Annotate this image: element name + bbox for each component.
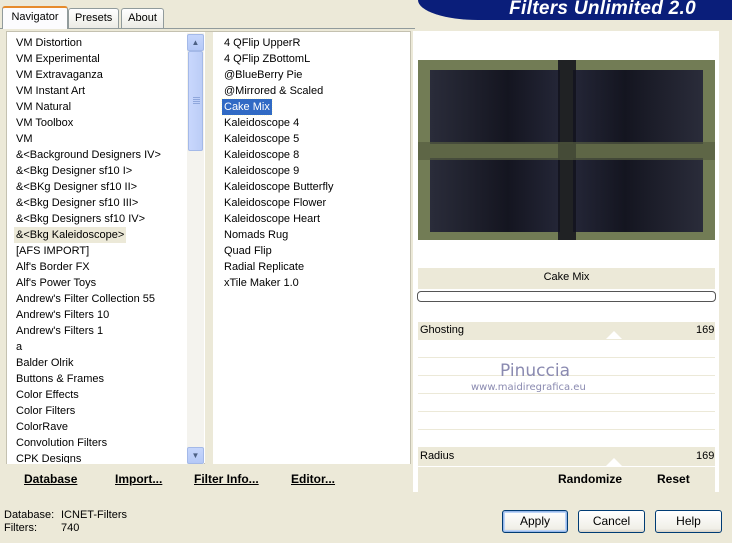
list-item[interactable]: VM <box>14 131 35 147</box>
filter-info-button[interactable]: Filter Info... <box>194 472 259 486</box>
import-button[interactable]: Import... <box>115 472 162 486</box>
list-item[interactable]: &<BKg Designer sf10 II> <box>14 179 139 195</box>
list-divider <box>205 32 213 464</box>
help-button[interactable]: Help <box>655 510 722 533</box>
list-item[interactable]: Alf's Power Toys <box>14 275 98 291</box>
list-item[interactable]: @BlueBerry Pie <box>222 67 304 83</box>
list-item[interactable]: Kaleidoscope 9 <box>222 163 301 179</box>
list-item[interactable]: VM Natural <box>14 99 73 115</box>
category-list[interactable]: VM Distortion VM Experimental VM Extravaga… <box>7 32 187 464</box>
editor-button[interactable]: Editor... <box>291 472 335 486</box>
tab-navigator[interactable]: Navigator <box>2 6 68 29</box>
list-item[interactable]: &<Bkg Designers sf10 IV> <box>14 211 147 227</box>
list-item[interactable]: Kaleidoscope 8 <box>222 147 301 163</box>
list-item[interactable]: Buttons & Frames <box>14 371 106 387</box>
scroll-thumb[interactable] <box>188 51 203 151</box>
list-item[interactable]: Color Effects <box>14 387 81 403</box>
list-item[interactable]: Radial Replicate <box>222 259 306 275</box>
list-item[interactable]: 4 QFlip ZBottomL <box>222 51 312 67</box>
cancel-button[interactable]: Cancel <box>578 510 645 533</box>
list-item[interactable]: &<Background Designers IV> <box>14 147 163 163</box>
filter-list[interactable]: 4 QFlip UpperR 4 QFlip ZBottomL @BlueBerry… <box>213 32 410 464</box>
list-item[interactable]: a <box>14 339 24 355</box>
apply-button[interactable]: Apply <box>502 510 568 533</box>
list-item[interactable]: &<Bkg Designer sf10 I> <box>14 163 134 179</box>
watermark-name: Pinuccia <box>500 361 570 381</box>
list-item[interactable]: Andrew's Filter Collection 55 <box>14 291 157 307</box>
list-item[interactable]: Balder Olrik <box>14 355 75 371</box>
radius-value: 169 <box>696 450 715 462</box>
parameter-area <box>418 322 715 466</box>
banner-title: Filters Unlimited 2.0 <box>509 0 696 19</box>
list-item[interactable]: VM Instant Art <box>14 83 87 99</box>
list-item[interactable]: VM Toolbox <box>14 115 75 131</box>
tab-presets[interactable]: Presets <box>68 8 119 28</box>
progress-bar <box>417 291 716 302</box>
title-banner: Filters Unlimited 2.0 <box>418 0 732 20</box>
ghosting-label: Ghosting <box>420 324 465 336</box>
reset-button[interactable]: Reset <box>657 472 690 486</box>
radius-slider-thumb-icon[interactable] <box>606 458 622 466</box>
list-item[interactable]: VM Extravaganza <box>14 67 105 83</box>
list-item[interactable]: CPK Designs <box>14 451 83 463</box>
randomize-button[interactable]: Randomize <box>558 472 622 486</box>
list-item[interactable]: Kaleidoscope 5 <box>222 131 301 147</box>
list-item[interactable]: VM Distortion <box>14 35 84 51</box>
list-item[interactable]: ColorRave <box>14 419 70 435</box>
scroll-down-icon[interactable]: ▼ <box>187 447 204 464</box>
list-item[interactable]: Alf's Border FX <box>14 259 92 275</box>
watermark-url: www.maidiregrafica.eu <box>471 382 586 393</box>
list-item[interactable]: Convolution Filters <box>14 435 109 451</box>
filters-count-value: 740 <box>61 522 80 534</box>
radius-label: Radius <box>420 450 455 462</box>
list-item[interactable]: xTile Maker 1.0 <box>222 275 301 291</box>
list-item[interactable]: @Mirrored & Scaled <box>222 83 325 99</box>
scroll-up-icon[interactable]: ▲ <box>187 34 204 51</box>
database-button[interactable]: Database <box>24 472 77 486</box>
ghosting-slider-thumb-icon[interactable] <box>606 331 622 339</box>
list-item[interactable]: 4 QFlip UpperR <box>222 35 302 51</box>
list-item[interactable]: Nomads Rug <box>222 227 290 243</box>
ghosting-value: 169 <box>696 324 715 336</box>
list-item[interactable]: Kaleidoscope Heart <box>222 211 322 227</box>
list-item[interactable]: Kaleidoscope Flower <box>222 195 328 211</box>
list-item[interactable]: &<Bkg Kaleidoscope> <box>14 227 127 243</box>
preview-image <box>418 60 715 240</box>
list-item[interactable]: Cake Mix <box>221 98 273 116</box>
list-item[interactable]: [AFS IMPORT] <box>14 243 91 259</box>
filter-name-label: Cake Mix <box>543 271 590 283</box>
list-item[interactable]: Quad Flip <box>222 243 274 259</box>
list-item[interactable]: Kaleidoscope 4 <box>222 115 301 131</box>
list-item[interactable]: Andrew's Filters 1 <box>14 323 105 339</box>
list-item[interactable]: VM Experimental <box>14 51 102 67</box>
radius-slider[interactable] <box>418 448 715 466</box>
filters-count-label: Filters: <box>4 522 37 534</box>
tab-about[interactable]: About <box>121 8 164 28</box>
list-item[interactable]: Kaleidoscope Butterfly <box>222 179 335 195</box>
list-item[interactable]: Color Filters <box>14 403 77 419</box>
list-item[interactable]: &<Bkg Designer sf10 III> <box>14 195 140 211</box>
database-status-value: ICNET-Filters <box>61 509 127 521</box>
database-status-label: Database: <box>4 509 55 521</box>
list-item[interactable]: Andrew's Filters 10 <box>14 307 111 323</box>
